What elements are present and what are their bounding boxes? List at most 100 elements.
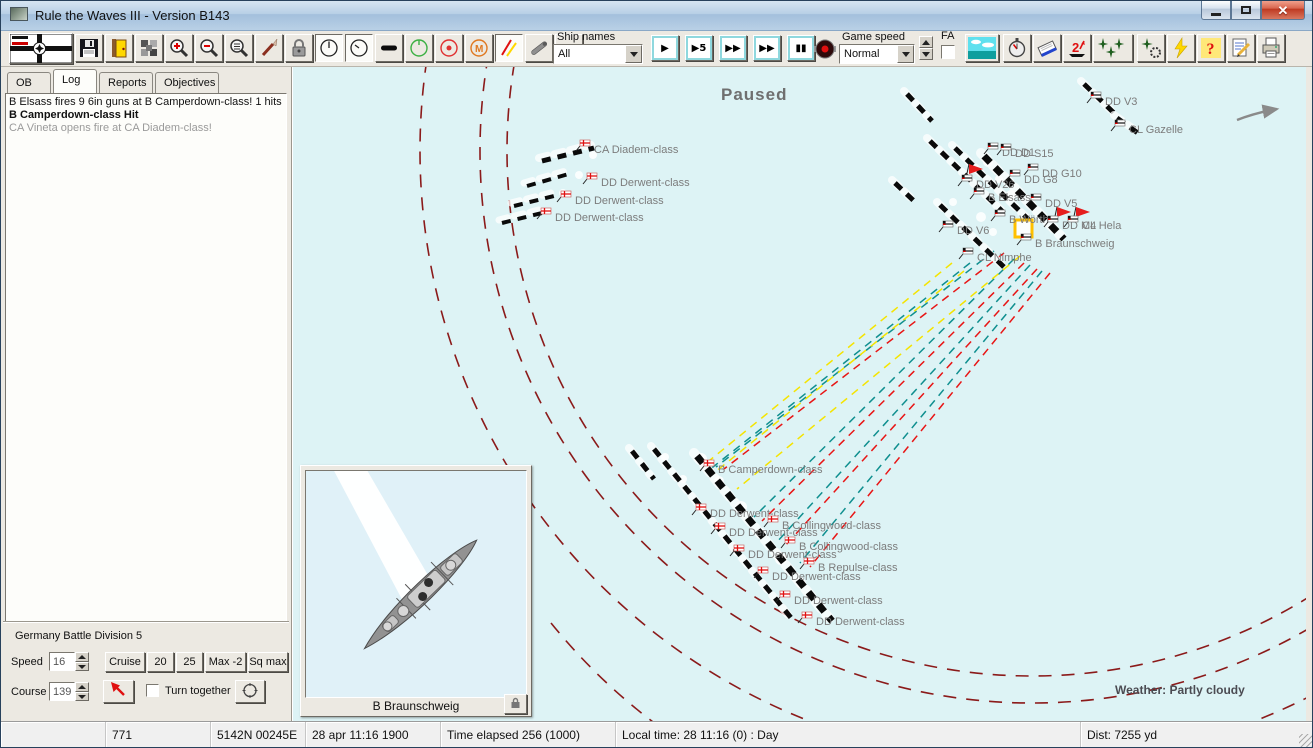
gun-lines-button[interactable] [495, 34, 523, 62]
sq-max-button[interactable]: Sq max [248, 652, 288, 672]
de-flag-canton [1091, 92, 1094, 95]
speed-20-button[interactable]: 20 [147, 652, 174, 672]
close-button[interactable]: ✕ [1261, 1, 1305, 20]
ship-label[interactable]: B Wörth [1009, 214, 1049, 226]
tab-log[interactable]: Log [53, 69, 97, 93]
ship-label[interactable]: DD Derwent-class [772, 571, 861, 583]
stopwatch-button[interactable] [1003, 34, 1031, 62]
ship-label[interactable]: DD V5 [1045, 198, 1077, 210]
inset-ship-name: B Braunschweig [372, 699, 460, 713]
stopwatch-icon [1008, 38, 1026, 58]
orange-m-button[interactable]: M [465, 34, 493, 62]
turn-together-checkbox[interactable] [146, 684, 159, 697]
notes-button[interactable] [1227, 34, 1255, 62]
play-continuous-button[interactable]: ▶▶ [753, 35, 781, 61]
ship-label[interactable]: DD Derwent-class [710, 508, 799, 520]
ship-label[interactable]: DD G8 [1024, 174, 1058, 186]
aircraft-group-button[interactable] [1093, 34, 1133, 62]
signal-flags-button[interactable] [135, 34, 163, 62]
dash-marker-button[interactable] [375, 34, 403, 62]
game-speed-spinner[interactable] [919, 36, 933, 60]
ship-label[interactable]: DD Derwent-class [601, 177, 690, 189]
spin-up-icon[interactable] [919, 36, 933, 48]
de-flag-canton-red [1021, 236, 1024, 238]
log-book-button[interactable] [1033, 34, 1061, 62]
ship-label[interactable]: DD Derwent-class [816, 616, 905, 628]
label-tick [957, 180, 963, 187]
tab-ob[interactable]: OB [7, 72, 51, 93]
ship-label[interactable]: CA Diadem-class [594, 144, 679, 156]
ship-label[interactable]: DD Derwent-class [575, 195, 664, 207]
ship-label[interactable]: DD V3 [1105, 96, 1137, 108]
game-speed-dropdown[interactable]: Normal [839, 44, 915, 64]
lock-view-button[interactable] [285, 34, 313, 62]
ship-names-dropdown[interactable]: All [553, 44, 643, 64]
speed-down-icon[interactable] [75, 662, 89, 671]
ship-label[interactable]: DD V6 [957, 225, 989, 237]
ship-label[interactable]: DD Derwent-class [555, 212, 644, 224]
ship-label[interactable]: DD Derwent-class [729, 527, 818, 539]
fa-checkbox[interactable] [941, 45, 955, 59]
ship-label[interactable]: CL Nimphe [977, 252, 1032, 264]
speed-25-button[interactable]: 25 [176, 652, 203, 672]
red-target-icon [440, 39, 458, 57]
resize-grip[interactable] [1299, 734, 1312, 747]
play-5-button[interactable]: ▶5 [685, 35, 713, 61]
green-circle-button[interactable] [405, 34, 433, 62]
smoke-puff [989, 228, 997, 236]
torpedo-button[interactable] [525, 34, 553, 62]
clock-long-button[interactable] [315, 34, 343, 62]
course-up-icon[interactable] [75, 682, 89, 692]
speed-order-button[interactable]: 2 [1063, 34, 1091, 62]
de-flag-canton [1001, 144, 1004, 147]
spin-down-icon[interactable] [919, 48, 933, 60]
toolbar: M Ship names All ▶ ▶5 ▶▶ ▶▶ ▮▮ Game spee… [1, 30, 1312, 67]
course-stepper[interactable]: 139 [49, 682, 89, 701]
play-button[interactable]: ▶ [651, 35, 679, 61]
title-bar: Rule the Waves III - Version B143 ✕ [1, 1, 1312, 31]
play-15-button[interactable]: ▶▶ [719, 35, 747, 61]
minimize-button[interactable] [1201, 1, 1231, 20]
ship-label[interactable]: B Camperdown-class [718, 464, 823, 476]
pause-button[interactable]: ▮▮ [787, 35, 815, 61]
speed-up-icon[interactable] [75, 652, 89, 662]
ship-label[interactable]: B Braunschweig [1035, 238, 1115, 250]
help-button[interactable]: ? [1197, 34, 1225, 62]
german-ensign-flag-icon[interactable] [9, 33, 73, 64]
formation-button[interactable] [235, 680, 265, 703]
ship-label[interactable]: DD Derwent-class [748, 549, 837, 561]
paintbrush-icon [261, 38, 278, 57]
maximize-button[interactable] [1231, 1, 1261, 20]
dropdown-arrow-icon[interactable] [625, 45, 642, 63]
speed-stepper[interactable]: 16 [49, 652, 89, 671]
zoom-full-button[interactable] [225, 34, 253, 62]
ship-label[interactable]: B Elsass [988, 192, 1031, 204]
tab-reports[interactable]: Reports [99, 72, 153, 93]
zoom-in-button[interactable] [165, 34, 193, 62]
paintbrush-button[interactable] [255, 34, 283, 62]
ship-label[interactable]: CL Gazelle [1129, 124, 1183, 136]
label-tick [799, 563, 805, 570]
print-button[interactable] [1257, 34, 1285, 62]
clock-short-button[interactable] [345, 34, 373, 62]
cruise-speed-button[interactable]: Cruise [105, 652, 145, 672]
dropdown-arrow-icon[interactable] [897, 45, 914, 63]
ship-label[interactable]: DD Derwent-class [794, 595, 883, 607]
ship-label[interactable]: DD S15 [1015, 148, 1054, 160]
battle-log[interactable]: B Elsass fires 9 6in guns at B Camperdow… [5, 93, 287, 683]
course-down-icon[interactable] [75, 692, 89, 701]
set-course-button[interactable] [103, 680, 134, 703]
inset-lock-button[interactable] [504, 694, 527, 714]
tab-objectives[interactable]: Objectives [155, 72, 219, 93]
lightning-button[interactable] [1167, 34, 1195, 62]
weather-button[interactable] [965, 34, 999, 62]
de-flag-canton-red [943, 223, 946, 225]
exit-button[interactable] [105, 34, 133, 62]
ship-label[interactable]: CL Hela [1082, 220, 1122, 232]
max-minus-2-button[interactable]: Max -2 [205, 652, 246, 672]
zoom-out-button[interactable] [195, 34, 223, 62]
course-label: Course [11, 686, 47, 698]
aircraft-settings-button[interactable] [1137, 34, 1165, 62]
red-target-button[interactable] [435, 34, 463, 62]
save-button[interactable] [75, 34, 103, 62]
